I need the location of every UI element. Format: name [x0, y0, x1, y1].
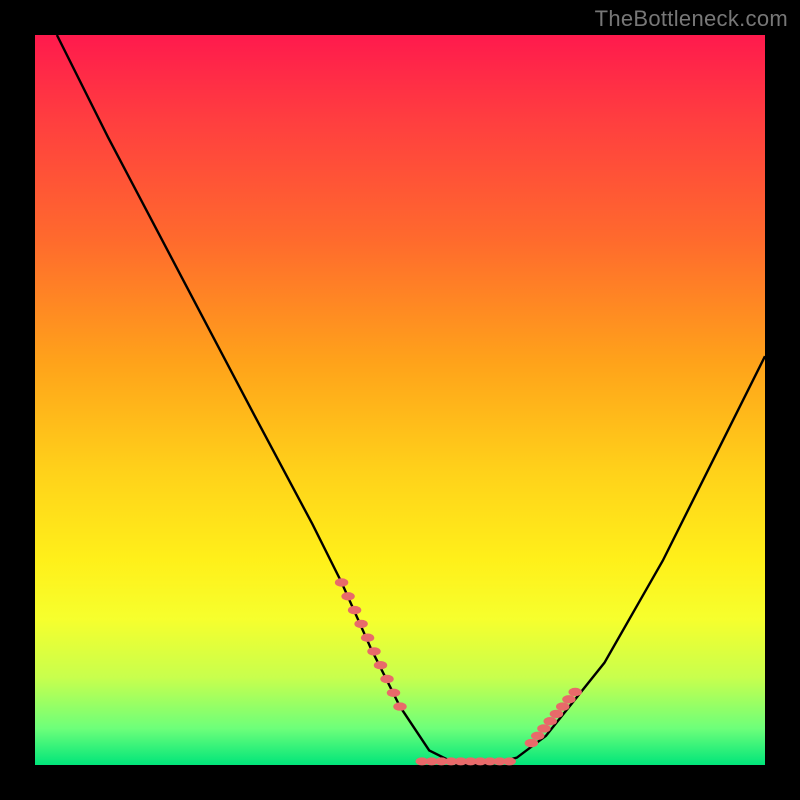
marker-dot — [387, 689, 400, 697]
marker-dot — [531, 732, 544, 740]
marker-segment-right — [525, 688, 582, 748]
marker-dot — [335, 578, 348, 586]
watermark-text: TheBottleneck.com — [595, 6, 788, 32]
marker-dot — [562, 695, 575, 703]
marker-segment-left — [335, 578, 407, 711]
marker-dot — [550, 710, 563, 718]
marker-dot — [568, 688, 581, 696]
curve-group — [57, 35, 765, 765]
marker-dot — [348, 606, 361, 614]
marker-dot — [556, 702, 569, 710]
marker-dot — [525, 739, 538, 747]
marker-dot — [537, 724, 550, 732]
marker-dot — [367, 647, 380, 655]
chart-overlay — [35, 35, 765, 765]
marker-dot — [380, 675, 393, 683]
bottleneck-curve — [57, 35, 765, 765]
marker-dot — [543, 717, 556, 725]
chart-frame: TheBottleneck.com — [0, 0, 800, 800]
marker-dot — [354, 620, 367, 628]
marker-dot — [393, 702, 406, 710]
marker-dot — [374, 661, 387, 669]
marker-dot — [361, 634, 374, 642]
marker-dot — [341, 592, 354, 600]
marker-dot — [503, 757, 516, 765]
